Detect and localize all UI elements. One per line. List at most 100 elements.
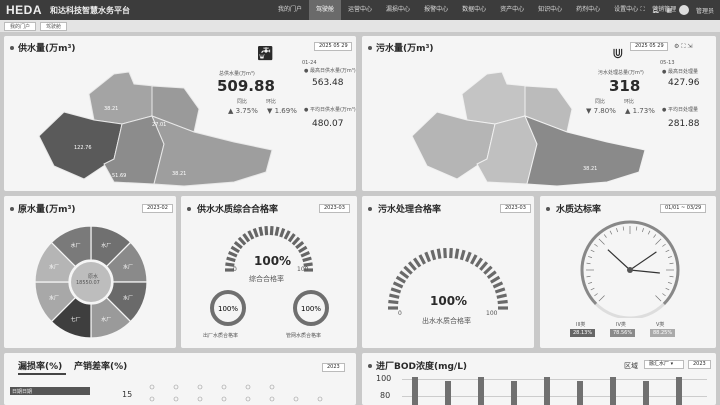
gauge-segment [287, 233, 296, 243]
gauge-segment [230, 245, 240, 254]
supply-avg-label: ● 平均日供水量(万m³) [304, 107, 356, 113]
supply-region-2[interactable] [88, 71, 155, 125]
avatar[interactable] [678, 5, 689, 15]
supply-avg-value: 480.07 [312, 119, 344, 129]
supply-yoy: ▲ 3.75% [228, 107, 258, 115]
treatment-date-picker[interactable]: 2023-03 [500, 204, 531, 213]
gauge-segment [497, 299, 508, 305]
sewage-region-5[interactable] [524, 115, 646, 187]
gauge-needle [607, 249, 631, 271]
gauge-tick [665, 287, 670, 291]
gauge-segment [470, 254, 478, 265]
gauge-segment [403, 265, 413, 275]
gauge-segment [390, 287, 402, 294]
sewage-region-2[interactable] [461, 71, 528, 125]
bod-bar[interactable] [511, 381, 517, 405]
gauge-tick [588, 256, 593, 258]
leak-legend-marker [197, 396, 203, 402]
leak-date-picker[interactable]: 2023 [322, 363, 345, 372]
sales-diff-title[interactable]: 产销差率(%) [74, 359, 127, 372]
nav-item[interactable]: 知识中心 [531, 0, 569, 20]
bod-bar[interactable] [643, 381, 649, 405]
nav-item[interactable]: 设置中心 [607, 0, 645, 20]
supply-region-5[interactable] [151, 115, 273, 187]
bod-date-picker[interactable]: 2023 [688, 360, 711, 369]
panel-tools[interactable]: ⚙ ⛶ ⇲ [674, 43, 692, 51]
class-value-badge: 28.13% [570, 329, 596, 337]
treatment-value: 100% [430, 294, 468, 308]
bod-bar[interactable] [676, 377, 682, 405]
gauge-tick [662, 243, 666, 247]
standard-date: 01/01 ~ 03/29 [665, 205, 702, 211]
gauge-segment [483, 265, 493, 275]
raw-segment-label: 水厂 [123, 294, 133, 301]
leak-title[interactable]: 漏损率(%) [18, 359, 62, 372]
bod-y-tick: 100 [376, 374, 392, 383]
nav-item[interactable]: 我的门户 [271, 0, 309, 20]
gauge-segment [486, 270, 497, 280]
leak-legend-marker [221, 384, 227, 390]
title-dot [187, 207, 191, 211]
quality-main-label: 综合合格率 [249, 275, 284, 283]
leak-legend-marker [173, 384, 179, 390]
class-name: IV类 [616, 322, 626, 328]
nav-item[interactable]: 药剂中心 [569, 0, 607, 20]
gauge-segment [283, 230, 291, 240]
expand-icon[interactable]: ⛶ [640, 6, 644, 14]
gauge-segment [302, 256, 312, 263]
standard-date-range[interactable]: 01/01 ~ 03/29 [660, 204, 707, 213]
gauge-max: 100 [297, 266, 309, 273]
gauge-tick [594, 243, 598, 247]
gauge-segment [242, 233, 251, 243]
treatment-panel: 污水处理合格率 2023-03 0 100 100% 出水水质合格率 [362, 196, 534, 348]
nav-item[interactable]: 驾驶舱 [309, 0, 342, 20]
bod-bar[interactable] [577, 381, 583, 405]
gauge-tick [588, 282, 593, 284]
raw-segment-label: 水厂 [49, 294, 59, 301]
supply-date-picker[interactable]: 2025 05 29 [314, 42, 352, 51]
tab-cockpit[interactable]: 驾驶舱 [40, 21, 68, 31]
gauge-tick [622, 226, 625, 231]
gauge-segment [418, 254, 426, 265]
gauge-segment [237, 236, 247, 246]
gauge-segment [474, 257, 483, 268]
sewage-date-picker[interactable]: 2025 05 29 [630, 42, 668, 51]
quality-date-picker[interactable]: 2023-03 [319, 204, 350, 213]
gauge-tick [616, 228, 618, 233]
gauge-tick [665, 249, 670, 253]
gauge-segment [279, 228, 286, 238]
bod-bar[interactable] [412, 377, 418, 405]
grid-icon[interactable]: ▦ [666, 7, 672, 14]
gauge-segment [407, 261, 417, 271]
bod-bar[interactable] [610, 377, 616, 405]
supply-max-value: 563.48 [312, 78, 344, 88]
nav-item[interactable]: 运营中心 [341, 0, 379, 20]
supply-yoy-label: 同比 [237, 99, 248, 105]
raw-date-picker[interactable]: 2023-02 [142, 204, 173, 213]
nav-item[interactable]: 数据中心 [455, 0, 493, 20]
user-name[interactable]: 管理员 [696, 6, 714, 15]
bell-icon[interactable]: 🔔︎ [652, 7, 660, 14]
leak-legend-marker [221, 396, 227, 402]
tab-bar: 我的门户 驾驶舱 [0, 20, 720, 32]
nav-item[interactable]: 资产中心 [493, 0, 531, 20]
supply-avg-label-text: 平均日供水量(万m³) [309, 107, 356, 113]
gauge-segment [258, 226, 264, 237]
raw-segment-label: 水厂 [123, 264, 133, 271]
raw-date: 2023-02 [147, 205, 168, 211]
tab-portal[interactable]: 我的门户 [4, 21, 37, 31]
quality-date: 2023-03 [324, 205, 345, 211]
bod-bar[interactable] [478, 377, 484, 405]
bod-y-tick: 80 [380, 391, 391, 400]
nav-item[interactable]: 报警中心 [417, 0, 455, 20]
gauge-tick [598, 238, 605, 245]
supply-region-label: 51.69 [112, 173, 126, 179]
gauge-segment [454, 248, 460, 259]
bod-bar[interactable] [445, 381, 451, 405]
nav-item[interactable]: 漏损中心 [379, 0, 417, 20]
leak-legend-marker [269, 396, 275, 402]
bod-region-select[interactable]: 融汇水厂 ▾ [644, 360, 684, 369]
bod-region-value: 融汇水厂 [649, 361, 670, 367]
bod-bar[interactable] [544, 377, 550, 405]
bod-title: 进厂BOD浓度(mg/L) [376, 362, 468, 372]
